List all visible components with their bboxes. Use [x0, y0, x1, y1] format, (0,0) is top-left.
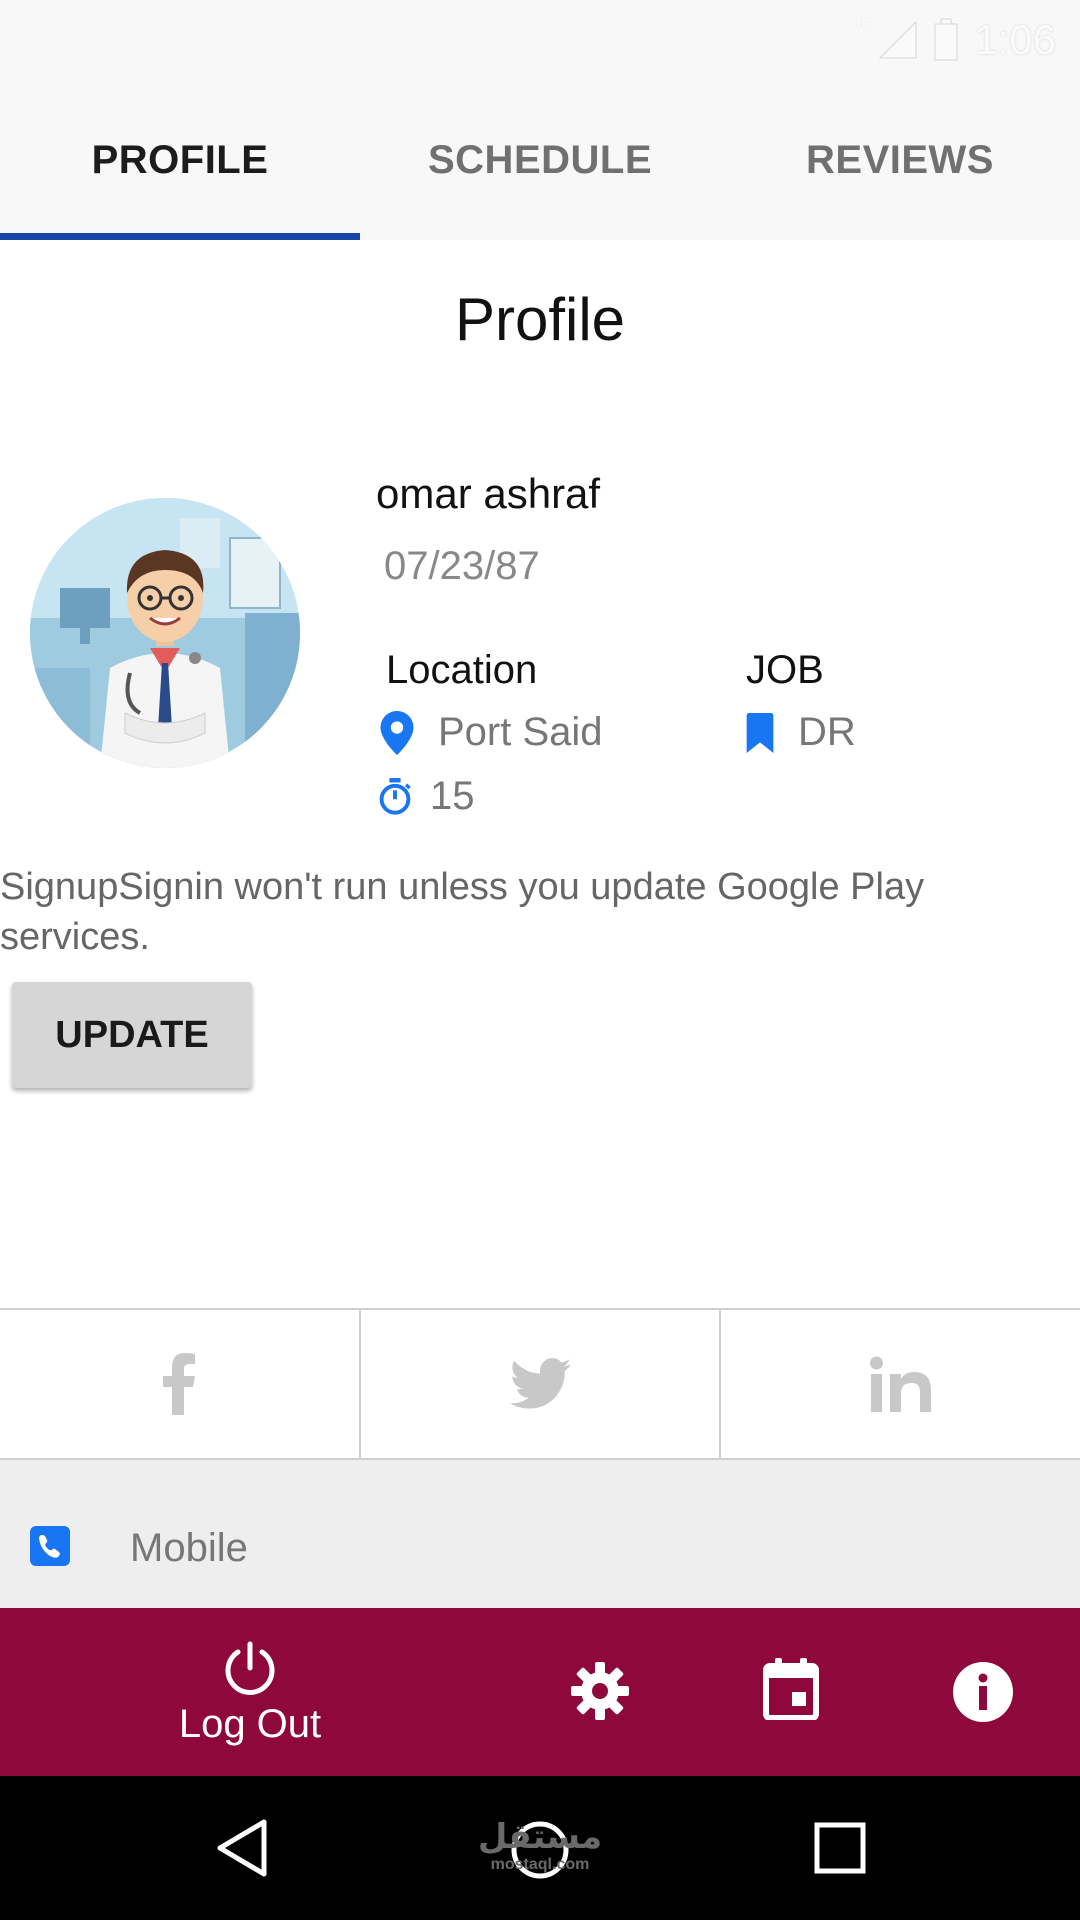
timer-icon: [379, 777, 411, 815]
avatar: [30, 498, 300, 768]
bookmark-icon: [746, 712, 774, 753]
social-links: [0, 1308, 1080, 1460]
tab-bar: PROFILE SCHEDULE REVIEWS: [0, 80, 1080, 240]
tab-schedule[interactable]: SCHEDULE: [360, 80, 720, 240]
phone-icon: [30, 1526, 70, 1566]
page-title: Profile: [454, 286, 626, 353]
battery-icon: [934, 18, 958, 61]
logout-label: Log Out: [178, 1702, 322, 1746]
signal-icon: [879, 20, 917, 59]
clock: 1:06: [974, 16, 1056, 63]
linkedin-link[interactable]: [719, 1310, 1080, 1458]
watermark-arabic: مستقل: [477, 1818, 603, 1856]
status-bar: 4G 1:06: [0, 0, 1080, 80]
power-icon: [225, 1641, 275, 1695]
watermark-latin: mostaql.com: [490, 1856, 590, 1873]
calendar-icon[interactable]: [762, 1658, 820, 1720]
linkedin-icon: [869, 1356, 931, 1412]
status-indicators: 4G 1:06: [853, 10, 1056, 70]
doctor-illustration: [30, 498, 300, 768]
job-row: DR: [746, 710, 856, 755]
location-value: Port Said: [438, 710, 603, 754]
profile-dob: 07/23/87: [384, 544, 540, 588]
facebook-link[interactable]: [0, 1310, 359, 1458]
tab-profile[interactable]: PROFILE: [0, 80, 360, 240]
facebook-icon: [163, 1353, 196, 1415]
logout-button[interactable]: Log Out: [160, 1640, 340, 1747]
location-row: Port Said: [380, 710, 603, 755]
location-label: Location: [386, 648, 538, 692]
back-icon[interactable]: [214, 1818, 270, 1878]
twitter-icon: [509, 1358, 571, 1409]
tab-indicator: [0, 233, 360, 240]
timer-value: 15: [430, 774, 475, 818]
watermark: مستقل mostaql.com: [470, 1818, 610, 1874]
job-value: DR: [798, 710, 856, 754]
contact-label: Mobile: [130, 1526, 248, 1570]
timer-row: 15: [378, 774, 475, 819]
recents-icon[interactable]: [814, 1822, 866, 1874]
location-pin-icon: [380, 710, 414, 755]
tab-reviews[interactable]: REVIEWS: [720, 80, 1080, 240]
twitter-link[interactable]: [358, 1310, 720, 1458]
gear-icon[interactable]: [570, 1661, 630, 1721]
job-label: JOB: [746, 648, 824, 692]
network-type: 4G: [852, 16, 875, 33]
play-services-notice: SignupSignin won't run unless you update…: [0, 866, 925, 958]
profile-name: omar ashraf: [376, 470, 601, 517]
info-icon[interactable]: [952, 1661, 1014, 1723]
update-button[interactable]: UPDATE: [12, 982, 252, 1088]
